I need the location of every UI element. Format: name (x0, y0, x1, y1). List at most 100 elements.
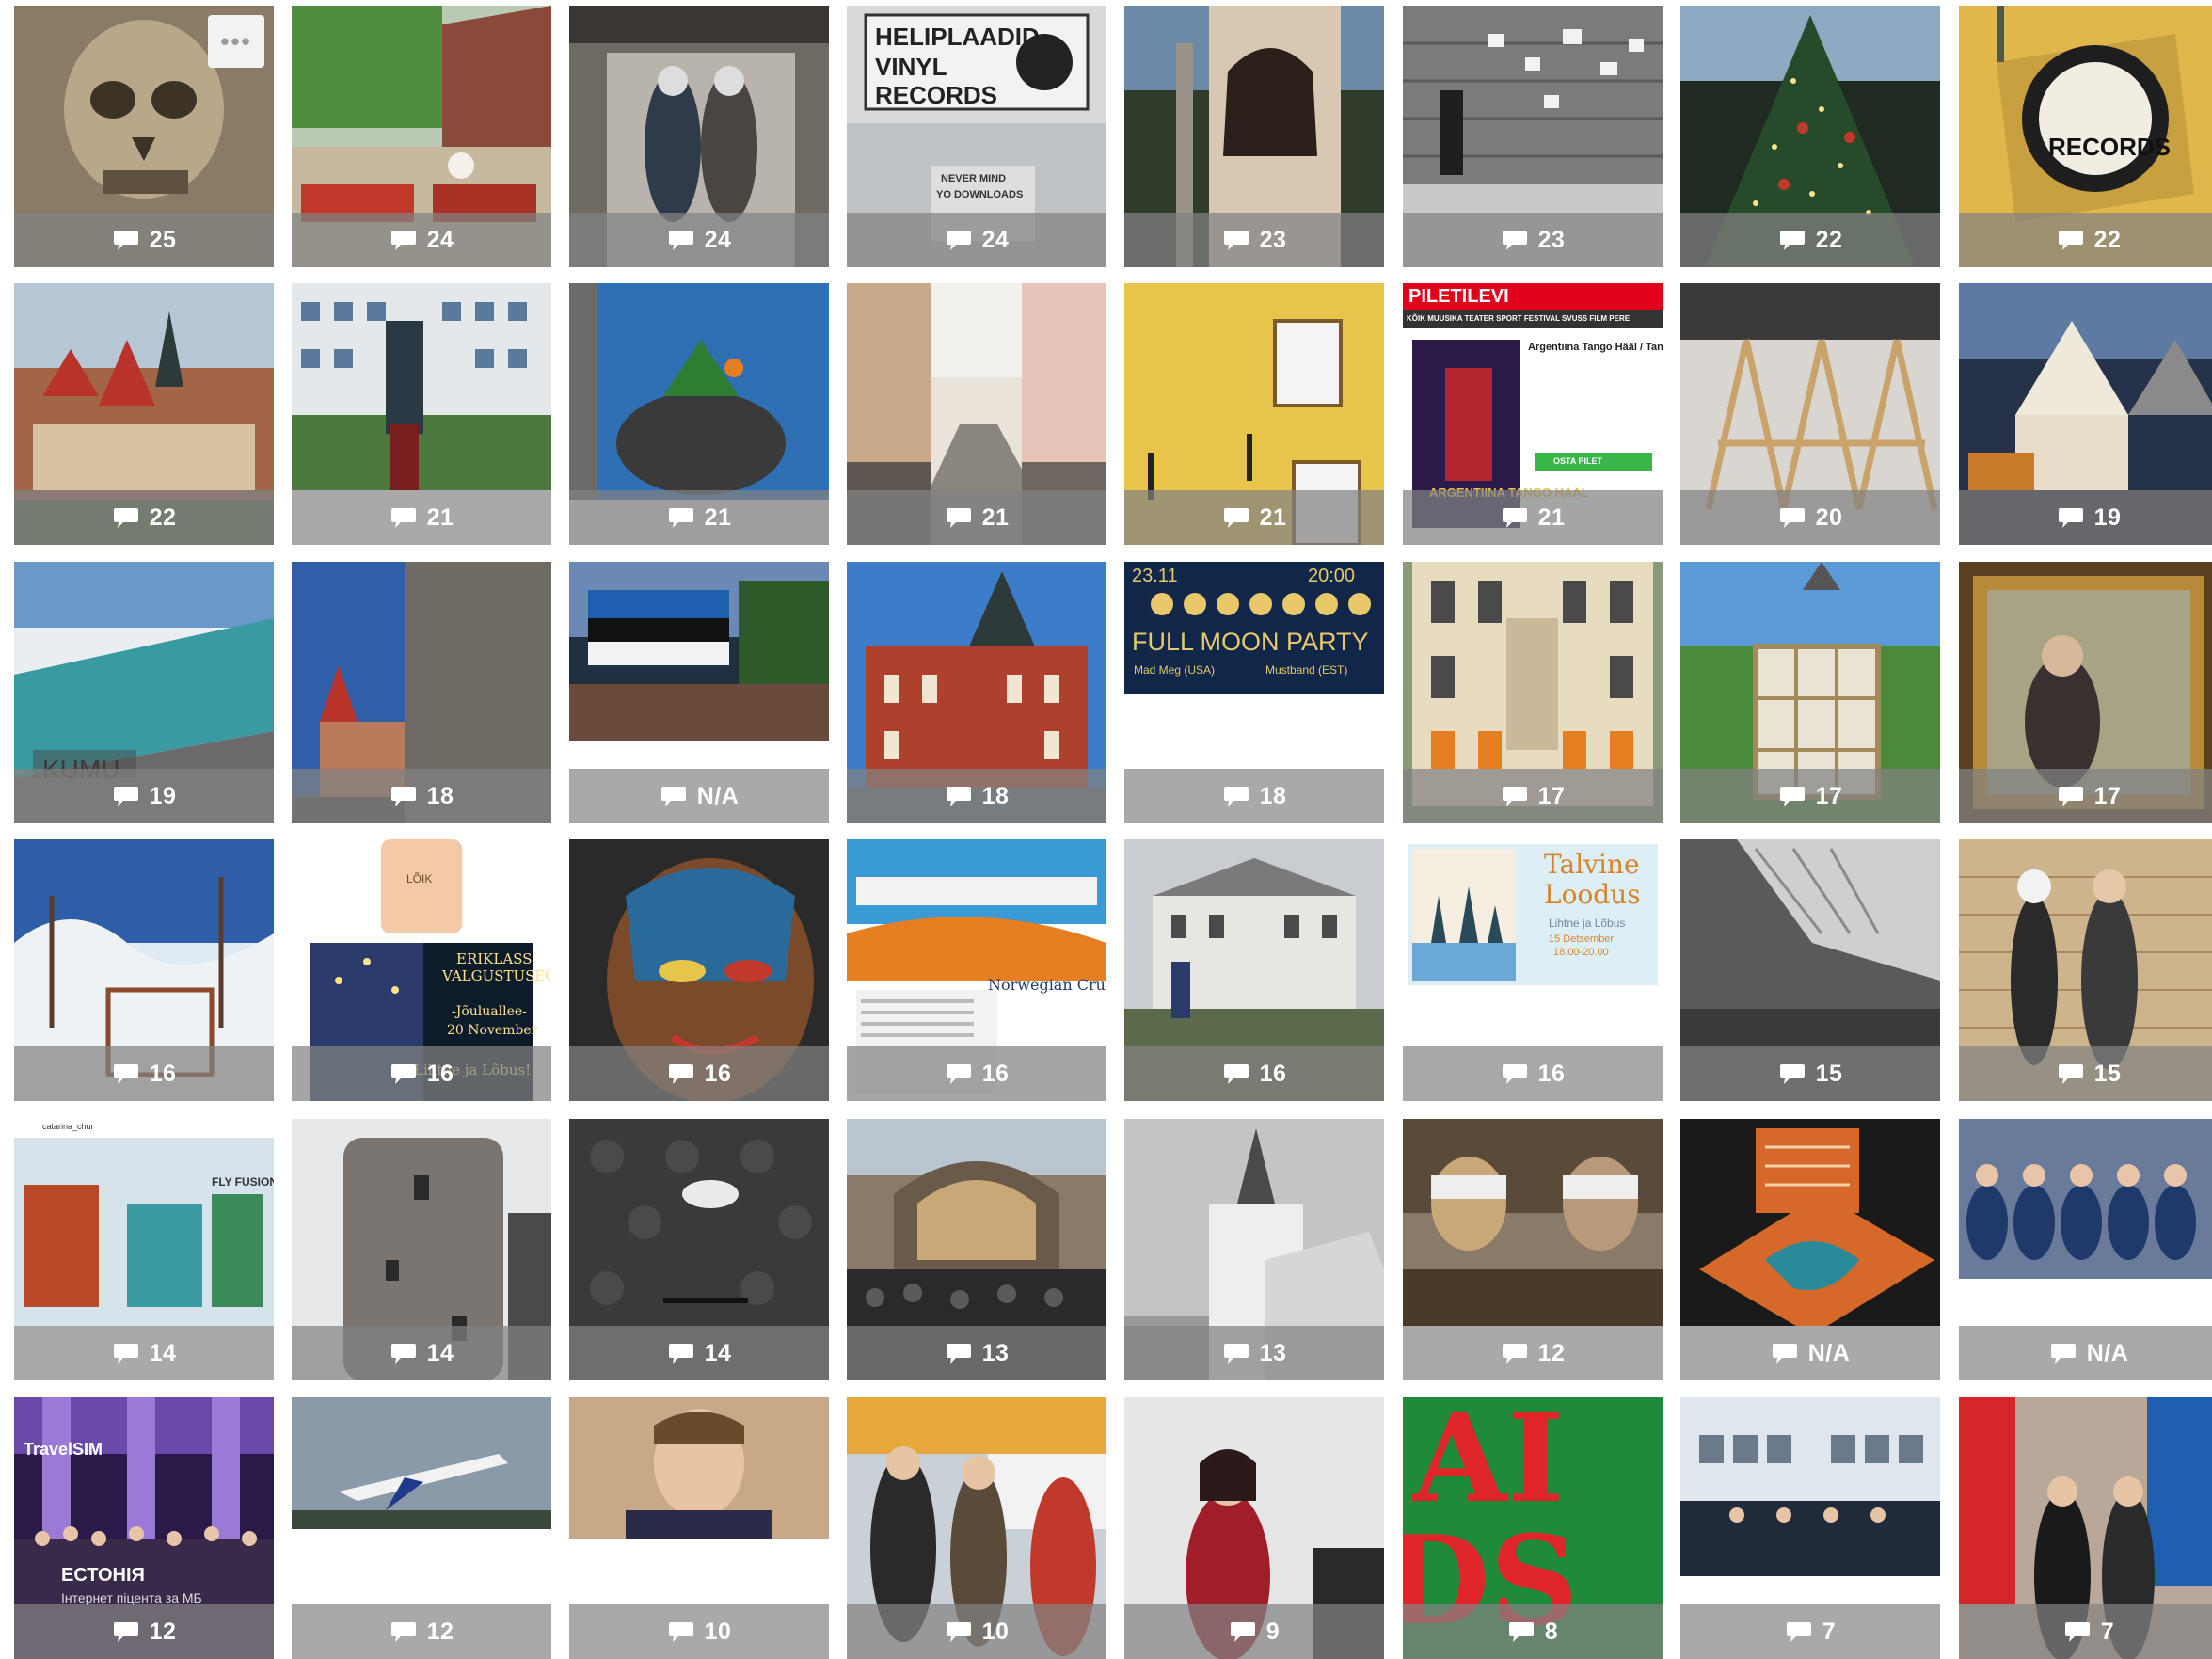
comment-count-bar: 16 (847, 1046, 1106, 1101)
photo-tile-girl-mural-pole[interactable]: 23 (1124, 6, 1384, 267)
comment-bubble-icon (1501, 505, 1538, 530)
photo-tile-cruise-flyer[interactable]: Norwegian Cruise 16 (847, 839, 1106, 1101)
photo-tile-cafe-terrace[interactable]: 24 (292, 6, 551, 267)
photo-tile-stone-wall-notes[interactable]: 23 (1403, 6, 1663, 267)
comment-count-bar: 16 (1403, 1046, 1663, 1101)
comment-bubble-icon (667, 1619, 705, 1644)
comment-bubble-icon (945, 1061, 982, 1086)
comment-bubble-icon (1501, 784, 1538, 808)
photo-tile-airplane-takeoff[interactable]: 12 (292, 1397, 551, 1659)
comment-count: N/A (2086, 1339, 2129, 1366)
comment-count-bar: 13 (1124, 1326, 1384, 1380)
photo-tile-cobbled-street[interactable]: 21 (847, 283, 1106, 545)
photo-tile-church-tower[interactable]: 13 (1124, 1119, 1384, 1380)
photo-tile-flag-crowd[interactable]: N/A (569, 562, 829, 823)
comment-count-bar: 8 (1403, 1604, 1663, 1659)
comment-bubble-icon (112, 1061, 150, 1086)
photo-tile-vinyl-shop-sign[interactable]: HELIPLAADID VINYL RECORDS NEVER MIND YO DOWN… (847, 6, 1106, 267)
comment-bubble-icon (945, 784, 982, 808)
photo-tile-wooden-easels[interactable]: 20 (1680, 283, 1940, 545)
comment-count-bar: 19 (1959, 490, 2212, 545)
photo-tile-blindfold-performers[interactable]: 12 (1403, 1119, 1663, 1380)
comment-bubble-icon (667, 1341, 705, 1365)
comment-count: 17 (2093, 782, 2122, 809)
photo-tile-candle-workshop[interactable]: LÕIK ERIKLASSVALGUSTUSEGA -Jõuluallee- 20 N… (292, 839, 551, 1101)
photo-tile-street-art-couple[interactable]: 24 (569, 6, 829, 267)
image-text-candle-title1: ERIKLASS (456, 950, 533, 967)
image-text-travelsim-country: ЕСТОНІЯ (61, 1565, 145, 1586)
comment-count-bar: 22 (1959, 213, 2212, 267)
photo-tile-street-crowd[interactable]: 10 (847, 1397, 1106, 1659)
comment-bubble-icon (1507, 1619, 1545, 1644)
comment-bubble-icon (1229, 1619, 1266, 1644)
comment-count-bar: 14 (292, 1326, 551, 1380)
photo-tile-facade-windows[interactable]: 17 (1403, 562, 1663, 823)
image-text-candle-sub2: 20 November (447, 1023, 538, 1038)
comment-bubble-icon (1778, 1061, 1816, 1086)
photo-tile-statue-building[interactable]: 21 (292, 283, 551, 545)
comment-bubble-icon (660, 784, 697, 808)
photo-tile-framed-painting[interactable]: 17 (1959, 562, 2212, 823)
photo-tile-records-sign[interactable]: RECORDS 22 (1959, 6, 2212, 267)
comment-count: 12 (1537, 1339, 1566, 1366)
comment-count-bar: 25 (14, 213, 274, 267)
comment-bubble-icon (1501, 1061, 1538, 1086)
comment-count-bar: 10 (847, 1604, 1106, 1659)
comment-bubble-icon (1222, 228, 1260, 252)
photo-tile-tower-wall-graffiti[interactable]: 18 (292, 562, 551, 823)
image-text-records: RECORDS (2048, 133, 2172, 161)
photo-tile-snowy-park[interactable]: 16 (14, 839, 274, 1101)
comment-bubble-icon (667, 228, 705, 252)
photo-tile-kumu-museum[interactable]: KUMU19 (14, 562, 274, 823)
comment-count: 16 (704, 1060, 732, 1087)
photo-tile-man-portrait[interactable]: 10 (569, 1397, 829, 1659)
comment-count: 18 (426, 782, 454, 809)
photo-tile-town-square-market[interactable]: 19 (1959, 283, 2212, 545)
comment-count-bar: 14 (14, 1326, 274, 1380)
photo-tile-red-brick-building[interactable]: 18 (847, 562, 1106, 823)
comment-count-bar: 16 (569, 1046, 829, 1101)
comment-count: 19 (149, 782, 177, 809)
photo-tile-christmas-tree[interactable]: 22 (1680, 6, 1940, 267)
photo-tile-watercolor-poster[interactable]: Talvine Loodus Lihtne ja Lõbus 15 Detsember… (1403, 839, 1663, 1101)
photo-tile-travelsim-concert[interactable]: TravelSIM ЕСТОНІЯ Інтернет пiцента за МБ 12 (14, 1397, 274, 1659)
photo-tile-student-audience[interactable]: N/A (1959, 1119, 2212, 1380)
photo-tile-face-mural[interactable]: 16 (569, 839, 829, 1101)
photo-tile-piletilevi-page[interactable]: PILETILEVI KÕIK MUUSIKA TEATER SPORT FEST… (1403, 283, 1663, 545)
image-text-cruise-title: Norwegian Cruise (988, 976, 1106, 994)
comment-count: 13 (981, 1339, 1010, 1366)
image-text-moon-time: 20:00 (1308, 566, 1356, 586)
photo-tile-gallery-interior[interactable]: 15 (1680, 839, 1940, 1101)
photo-tile-wooden-villa[interactable]: 16 (1124, 839, 1384, 1101)
photo-tile-aids-poster[interactable]: AI DS 8 (1403, 1397, 1663, 1659)
photo-tile-old-town-panorama[interactable]: 22 (14, 283, 274, 545)
photo-tile-railway-station[interactable]: 13 (847, 1119, 1106, 1380)
photo-tile-skeleton-mural[interactable]: 15 (1959, 839, 2212, 1101)
image-text-candle-title2: VALGUSTUSEGA (442, 967, 551, 984)
photo-tile-garden-door[interactable]: 17 (1680, 562, 1940, 823)
photo-tile-round-tower[interactable]: 14 (292, 1119, 551, 1380)
comment-count-bar: 15 (1680, 1046, 1940, 1101)
comment-count: 21 (1259, 503, 1287, 531)
comment-bubble-icon (112, 784, 150, 808)
comment-count-bar: 17 (1959, 769, 2212, 823)
photo-tile-cake-map[interactable]: N/A (1680, 1119, 1940, 1380)
comment-bubble-icon (1222, 1061, 1260, 1086)
photo-tile-singer-red-dress[interactable]: 9 (1124, 1397, 1384, 1659)
comment-bubble-icon (390, 505, 427, 530)
photo-tile-skull-rock[interactable]: ••• 25 (14, 6, 274, 267)
image-text-candle-sub1: -Jõuluallee- (452, 1004, 527, 1019)
more-options-button[interactable]: ••• (208, 15, 264, 68)
photo-tile-flags-couple[interactable]: 7 (1959, 1397, 2212, 1659)
comment-count: 20 (1815, 503, 1843, 531)
photo-tile-yellow-house-lamps[interactable]: 21 (1124, 283, 1384, 545)
comment-bubble-icon (1785, 1619, 1822, 1644)
comment-count-bar: 24 (292, 213, 551, 267)
comment-count: 10 (704, 1618, 732, 1645)
photo-tile-mask-backdrop[interactable]: 14 (569, 1119, 829, 1380)
photo-tile-fly-fusion-art[interactable]: catarina_chur FLY FUSION 14 (14, 1119, 274, 1380)
photo-tile-boar-mural[interactable]: 21 (569, 283, 829, 545)
photo-tile-full-moon-poster[interactable]: 23.11 20:00 FULL MOON PARTY Mad Meg (USA) Mu… (1124, 562, 1384, 823)
comment-count: 21 (981, 503, 1010, 531)
photo-tile-conference-panel[interactable]: 7 (1680, 1397, 1940, 1659)
